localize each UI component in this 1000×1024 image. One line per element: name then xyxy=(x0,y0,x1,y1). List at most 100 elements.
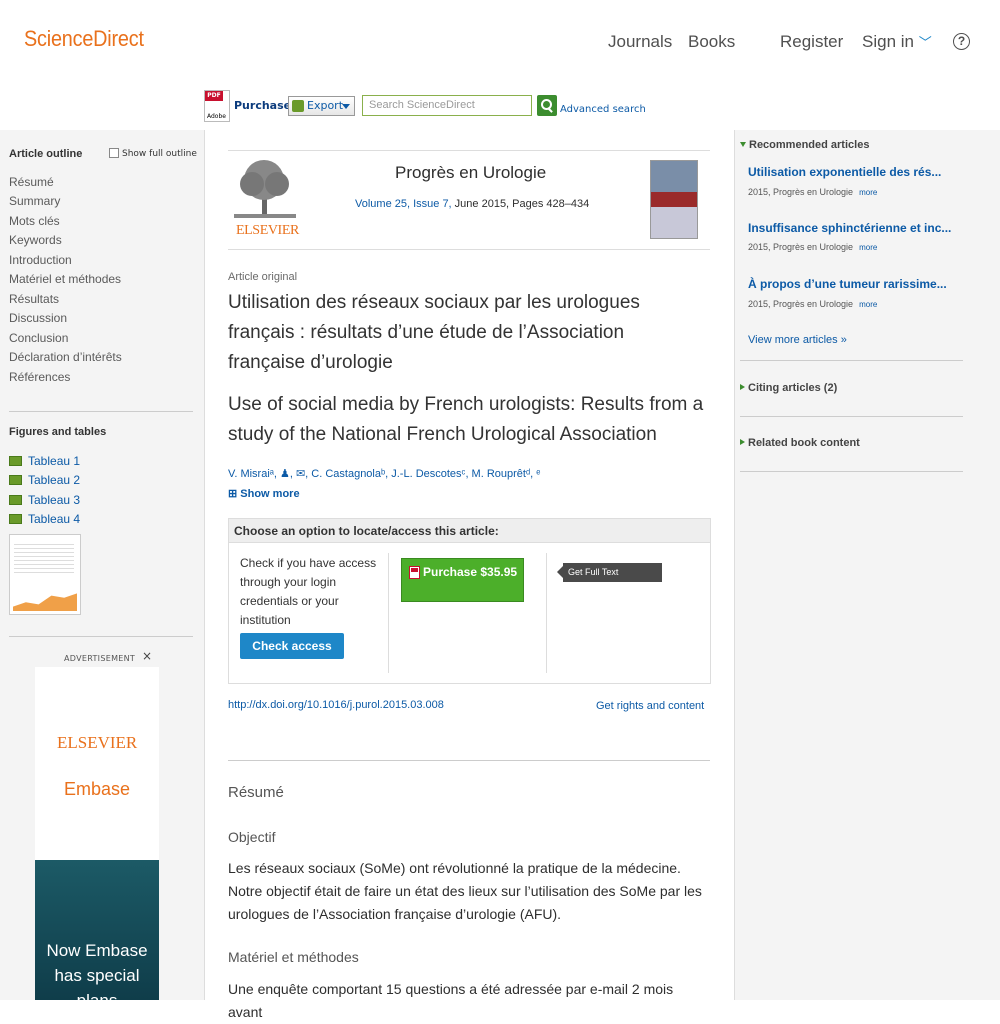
check-access-text: Check if you have access through your lo… xyxy=(240,556,377,627)
meta-text: 2015, Progrès en Urologie xyxy=(748,242,854,252)
recommended-articles-toggle[interactable]: Recommended articles xyxy=(740,139,869,151)
issue-date-pages: June 2015, Pages 428–434 xyxy=(451,198,590,210)
outline-item-resume[interactable]: Résumé xyxy=(9,175,54,189)
sciencedirect-logo[interactable]: ScienceDirect xyxy=(24,26,144,52)
divider xyxy=(228,760,710,761)
rights-link[interactable]: Get rights and content xyxy=(596,700,704,712)
table-icon xyxy=(9,495,22,505)
table-label: Tableau 2 xyxy=(28,473,81,487)
export-button[interactable]: Export xyxy=(288,96,355,116)
dropdown-arrow-icon xyxy=(342,104,350,109)
pdf-icon[interactable]: PDF Adobe xyxy=(204,90,230,122)
outline-item-mots-cles[interactable]: Mots clés xyxy=(9,214,60,228)
more-link[interactable]: more xyxy=(859,188,877,197)
recommended-article-2[interactable]: Insuffisance sphinctérienne et inc... xyxy=(748,221,951,235)
outline-item-references[interactable]: Références xyxy=(9,370,70,384)
recommended-meta-2: 2015, Progrès en Urologie more xyxy=(748,242,877,252)
article-type: Article original xyxy=(228,271,298,283)
doi-link[interactable]: http://dx.doi.org/10.1016/j.purol.2015.0… xyxy=(228,699,444,711)
methods-text: Une enquête comportant 15 questions a ét… xyxy=(228,981,674,1020)
check-access-button[interactable]: Check access xyxy=(240,633,344,659)
related-book-content-toggle[interactable]: Related book content xyxy=(740,437,860,449)
search-input[interactable]: Search ScienceDirect xyxy=(362,95,532,116)
triangle-right-icon xyxy=(740,439,745,445)
outline-item-introduction[interactable]: Introduction xyxy=(9,253,72,267)
methods-heading: Matériel et méthodes xyxy=(228,949,359,965)
recommended-article-3[interactable]: À propos d’une tumeur rarissime... xyxy=(748,277,947,291)
view-more-articles-link[interactable]: View more articles » xyxy=(748,334,847,346)
journal-cover[interactable] xyxy=(650,160,698,239)
table-icon xyxy=(9,456,22,466)
ad-close-icon[interactable]: × xyxy=(142,649,152,663)
nav-register[interactable]: Register xyxy=(780,32,843,52)
citing-label: Citing articles (2) xyxy=(748,382,838,394)
pdf-icon xyxy=(409,566,420,579)
divider xyxy=(740,360,963,361)
table-label: Tableau 1 xyxy=(28,454,81,468)
show-more-link[interactable]: ⊞ Show more xyxy=(228,487,300,500)
related-label: Related book content xyxy=(748,437,860,449)
table-link-2[interactable]: Tableau 2 xyxy=(9,473,80,487)
nav-sign-in[interactable]: Sign in ﹀ xyxy=(862,32,932,52)
pdf-badge: PDF xyxy=(205,91,223,101)
recommended-article-1[interactable]: Utilisation exponentielle des rés... xyxy=(748,165,941,179)
recommended-title: Recommended articles xyxy=(749,139,870,151)
abstract-heading: Résumé xyxy=(228,784,284,801)
thumbnail-table xyxy=(14,541,74,575)
outline-item-summary[interactable]: Summary xyxy=(9,194,60,208)
divider xyxy=(740,416,963,417)
triangle-right-icon xyxy=(740,384,745,390)
objective-text: Les réseaux sociaux (SoMe) ont révolutio… xyxy=(228,860,702,922)
ad-text: Now Embase has special plans xyxy=(46,941,148,1010)
table-label: Tableau 4 xyxy=(28,512,81,526)
nav-books[interactable]: Books xyxy=(688,32,735,52)
meta-text: 2015, Progrès en Urologie xyxy=(748,299,854,309)
table-icon xyxy=(9,514,22,524)
help-icon[interactable]: ? xyxy=(953,33,970,50)
right-sidebar xyxy=(735,130,1000,1000)
outline-item-keywords[interactable]: Keywords xyxy=(9,233,62,247)
divider xyxy=(9,411,193,412)
objective-heading: Objectif xyxy=(228,829,276,845)
chevron-down-icon: ﹀ xyxy=(918,35,932,50)
citing-articles-toggle[interactable]: Citing articles (2) xyxy=(740,382,837,394)
table-link-3[interactable]: Tableau 3 xyxy=(9,493,80,507)
purchase-pdf-link[interactable]: Purchase xyxy=(234,99,291,112)
table-link-4[interactable]: Tableau 4 xyxy=(9,512,80,526)
show-full-outline-label[interactable]: Show full outline xyxy=(122,149,197,159)
figure-thumbnail[interactable] xyxy=(9,534,81,615)
sign-in-label: Sign in xyxy=(862,32,914,51)
table-link-1[interactable]: Tableau 1 xyxy=(9,454,80,468)
article-title-fr: Utilisation des réseaux sociaux par les … xyxy=(228,292,640,373)
journal-title[interactable]: Progrès en Urologie xyxy=(395,163,546,183)
triangle-down-icon xyxy=(740,142,746,147)
nav-journals[interactable]: Journals xyxy=(608,32,672,52)
outline-item-discussion[interactable]: Discussion xyxy=(9,311,67,325)
volume-link[interactable]: Volume 25, Issue 7, xyxy=(355,198,452,210)
elsevier-tree-logo xyxy=(234,160,296,218)
more-link[interactable]: more xyxy=(859,300,877,309)
ad-embase-logo: Embase xyxy=(64,779,131,799)
export-icon xyxy=(292,100,304,112)
outline-item-declaration[interactable]: Déclaration d’intérêts xyxy=(9,350,122,364)
access-heading: Choose an option to locate/access this a… xyxy=(229,519,710,543)
show-full-outline-checkbox[interactable] xyxy=(109,148,119,158)
outline-item-conclusion[interactable]: Conclusion xyxy=(9,331,68,345)
outline-title: Article outline xyxy=(9,148,83,160)
outline-item-resultats[interactable]: Résultats xyxy=(9,292,59,306)
header: ScienceDirect Journals Books Register Si… xyxy=(0,0,1000,85)
ad-elsevier-logo: ELSEVIER xyxy=(57,733,138,752)
divider xyxy=(740,471,963,472)
more-link[interactable]: more xyxy=(859,243,877,252)
search-button[interactable] xyxy=(537,95,557,116)
article-title-en: Use of social media by French urologists… xyxy=(228,394,704,445)
purchase-button[interactable]: Purchase $35.95 xyxy=(401,558,524,602)
get-full-text-elsewhere-button[interactable]: Get Full Text Elsewhere xyxy=(557,563,662,596)
recommended-meta-3: 2015, Progrès en Urologie more xyxy=(748,299,877,309)
elsevier-wordmark: ELSEVIER xyxy=(236,223,299,238)
thumbnail-chart xyxy=(13,593,77,611)
table-label: Tableau 3 xyxy=(28,493,81,507)
outline-item-methodes[interactable]: Matériel et méthodes xyxy=(9,272,121,286)
author-list[interactable]: V. Misraiᵃ, ♟, ✉, C. Castagnolaᵇ, J.-L. … xyxy=(228,467,540,480)
advanced-search-link[interactable]: Advanced search xyxy=(560,104,646,115)
